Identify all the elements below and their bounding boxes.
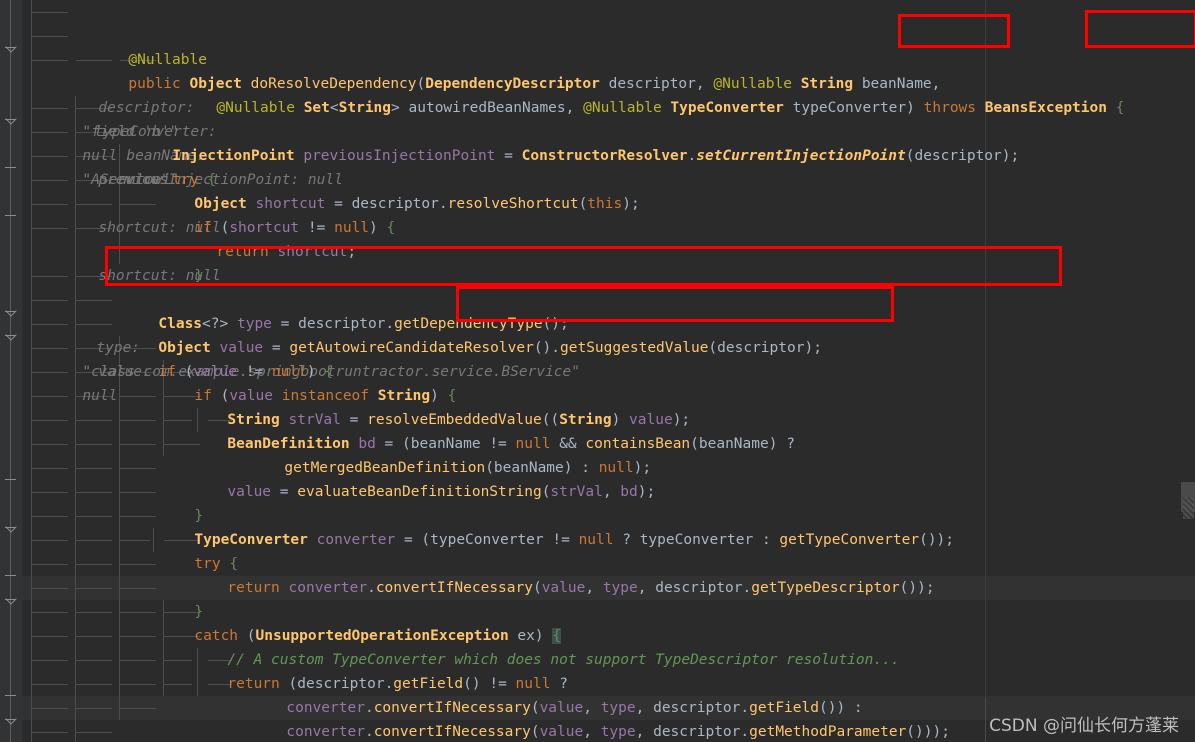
code-folding-line: [10, 0, 11, 742]
fold-marker-icon[interactable]: [3, 329, 18, 343]
hint-type-label: type:: [96, 340, 141, 356]
indent-guides: [22, 24, 1195, 48]
hint-value-label: value:: [98, 364, 151, 380]
fold-marker-icon[interactable]: [3, 569, 18, 583]
watermark-divider: [985, 698, 986, 742]
indent-guides: [22, 672, 1195, 696]
editor-gutter[interactable]: [0, 0, 22, 742]
fold-marker-icon[interactable]: [3, 689, 18, 703]
vertical-scrollbar-grip[interactable]: [1183, 497, 1194, 519]
code-line[interactable]: Object value = getAutowireCandidateResol…: [22, 288, 1195, 404]
fold-marker-icon[interactable]: [3, 113, 18, 127]
fold-marker-icon[interactable]: [3, 521, 18, 535]
csdn-watermark: CSDN @问仙长何方蓬莱: [989, 716, 1179, 736]
hint-typeconverter-value: null: [82, 148, 118, 164]
fold-marker-icon[interactable]: [3, 473, 18, 487]
code-line[interactable]: public Object doResolveDependency(Depend…: [22, 24, 1195, 188]
hint-descriptor-label: descriptor:: [98, 100, 195, 116]
indent-guides: [22, 0, 1195, 24]
code-line[interactable]: @Nullable: [22, 0, 1195, 68]
code-content[interactable]: @Nullable public Object doResolveDepende…: [22, 0, 1195, 742]
code-line[interactable]: converter.convertIfNecessary(value, type…: [22, 672, 1195, 740]
fold-marker-icon[interactable]: [3, 209, 18, 223]
annotation-nullable: @Nullable: [128, 52, 207, 68]
indent-guides: [22, 240, 1195, 264]
hint-previous-injection-point: previousInjectionPoint: null: [98, 172, 343, 188]
code-comment: // A custom TypeConverter which does not…: [227, 652, 900, 668]
hint-typeconverter-label: typeConverter:: [94, 124, 217, 140]
fold-marker-icon[interactable]: [3, 593, 18, 607]
code-line-blank[interactable]: [22, 240, 1195, 264]
fold-marker-icon[interactable]: [3, 161, 18, 175]
indent-guides: [22, 288, 1195, 312]
fold-marker-icon[interactable]: [3, 713, 18, 727]
fold-marker-icon[interactable]: [3, 41, 18, 55]
hint-value-value: null: [82, 388, 118, 404]
code-editor[interactable]: @Nullable public Object doResolveDepende…: [0, 0, 1195, 742]
fold-marker-icon[interactable]: [3, 305, 18, 319]
